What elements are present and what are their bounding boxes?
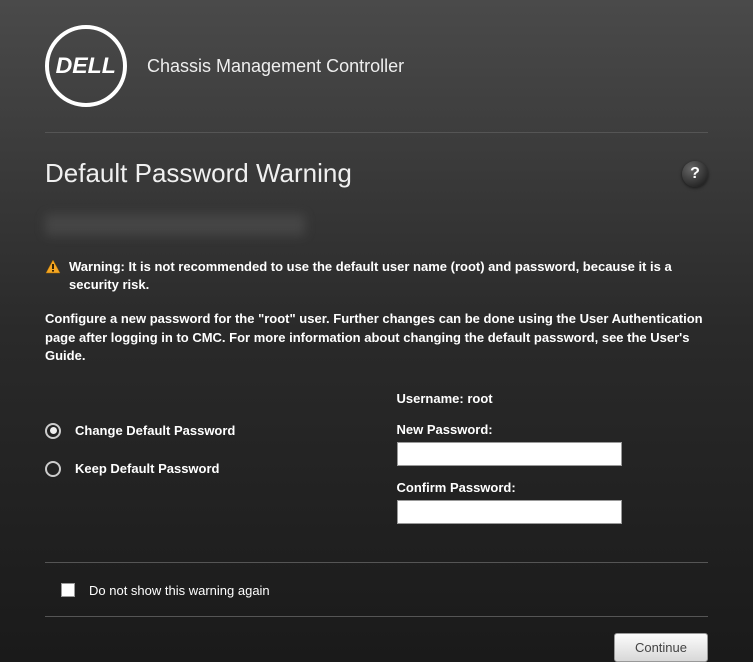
input-column: Username: root New Password: Confirm Pas… [397, 391, 709, 538]
warning-text: Warning: It is not recommended to use th… [69, 258, 708, 294]
new-password-label: New Password: [397, 422, 709, 437]
help-icon[interactable]: ? [682, 161, 708, 187]
dell-logo: DELL [45, 25, 127, 107]
product-title: Chassis Management Controller [147, 56, 404, 77]
new-password-input[interactable] [397, 442, 622, 466]
warning-row: Warning: It is not recommended to use th… [45, 258, 708, 294]
checkbox-row: Do not show this warning again [45, 579, 708, 617]
radio-change-label: Change Default Password [75, 423, 235, 438]
dont-show-label: Do not show this warning again [89, 583, 270, 598]
header: DELL Chassis Management Controller [45, 25, 708, 133]
confirm-password-input[interactable] [397, 500, 622, 524]
continue-button[interactable]: Continue [614, 633, 708, 662]
button-row: Continue [45, 633, 708, 662]
radio-keep-password[interactable]: Keep Default Password [45, 461, 357, 477]
username-line: Username: root [397, 391, 709, 406]
dont-show-checkbox[interactable] [61, 583, 75, 597]
radio-indicator-checked [45, 423, 61, 439]
radio-group: Change Default Password Keep Default Pas… [45, 391, 357, 538]
radio-change-password[interactable]: Change Default Password [45, 423, 357, 439]
radio-keep-label: Keep Default Password [75, 461, 220, 476]
radio-indicator-unchecked [45, 461, 61, 477]
username-label: Username: [397, 391, 464, 406]
page-title: Default Password Warning [45, 158, 352, 189]
instruction-text: Configure a new password for the "root" … [45, 310, 708, 365]
username-value: root [467, 391, 492, 406]
dell-logo-text: DELL [56, 53, 116, 79]
confirm-password-label: Confirm Password: [397, 480, 709, 495]
obscured-text [45, 214, 305, 236]
warning-icon [45, 259, 61, 280]
form-area: Change Default Password Keep Default Pas… [45, 391, 708, 563]
title-row: Default Password Warning ? [45, 158, 708, 189]
